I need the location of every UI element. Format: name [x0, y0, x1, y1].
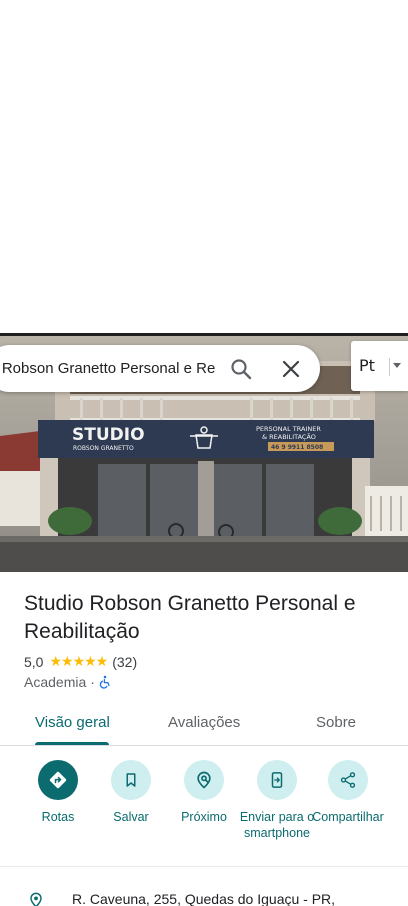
- sign-service-1: PERSONAL TRAINER: [256, 425, 321, 433]
- section-divider: [0, 866, 408, 867]
- send-to-phone-button[interactable]: Enviar para o smartphone: [237, 760, 317, 841]
- star-rating-icon: ★★★★★: [49, 653, 108, 669]
- search-input[interactable]: io Robson Granetto Personal e Rea: [0, 345, 216, 392]
- bookmark-icon: [111, 760, 151, 800]
- sign-phone: 46 9 9911 8508: [271, 444, 323, 451]
- language-label: Pt: [359, 356, 375, 375]
- rating-value: 5,0: [24, 653, 44, 670]
- nearby-label: Próximo: [181, 810, 227, 824]
- tab-bar: Visão geral Avaliações Sobre: [0, 700, 408, 746]
- share-label: Compartilhar: [312, 810, 384, 824]
- active-tab-indicator: [35, 742, 109, 745]
- directions-button[interactable]: Rotas: [18, 760, 98, 825]
- directions-icon: [38, 760, 78, 800]
- sign-studio-text: STUDIO: [72, 425, 145, 445]
- directions-label: Rotas: [41, 810, 75, 824]
- tab-about[interactable]: Sobre: [316, 714, 356, 731]
- chevron-down-icon: [393, 363, 401, 368]
- category-separator: ·: [90, 674, 95, 690]
- save-button[interactable]: Salvar: [91, 760, 171, 825]
- save-label: Salvar: [113, 810, 149, 824]
- tab-reviews[interactable]: Avaliações: [168, 714, 240, 731]
- address-row[interactable]: R. Caveuna, 255, Quedas do Iguaçu - PR,: [0, 888, 408, 906]
- send-to-phone-icon: [257, 760, 297, 800]
- rating-row[interactable]: 5,0 ★★★★★ (32): [24, 653, 137, 670]
- search-icon[interactable]: [229, 357, 253, 381]
- review-count: (32): [112, 653, 138, 670]
- location-pin-icon: [30, 892, 42, 906]
- close-icon[interactable]: [279, 357, 303, 381]
- blank-map-area: [0, 0, 408, 333]
- sign-service-2: & REABILITAÇÃO: [262, 432, 316, 441]
- wheelchair-icon: [99, 675, 110, 689]
- nearby-button[interactable]: Próximo: [164, 760, 244, 825]
- search-bar[interactable]: io Robson Granetto Personal e Rea: [0, 345, 320, 392]
- send-to-phone-label: Enviar para o smartphone: [239, 810, 315, 840]
- sign-name-text: ROBSON GRANETTO: [73, 445, 134, 452]
- share-button[interactable]: Compartilhar: [310, 760, 386, 825]
- category-row: Academia ·: [24, 674, 112, 690]
- category-label: Academia: [24, 674, 87, 690]
- share-icon: [328, 760, 368, 800]
- address-text: R. Caveuna, 255, Quedas do Iguaçu - PR,: [72, 891, 336, 906]
- dropdown-divider: [389, 358, 390, 376]
- language-dropdown[interactable]: Pt: [351, 341, 408, 391]
- tab-overview[interactable]: Visão geral: [35, 714, 110, 731]
- place-title: Studio Robson Granetto Personal e Reabil…: [24, 592, 356, 643]
- nearby-icon: [184, 760, 224, 800]
